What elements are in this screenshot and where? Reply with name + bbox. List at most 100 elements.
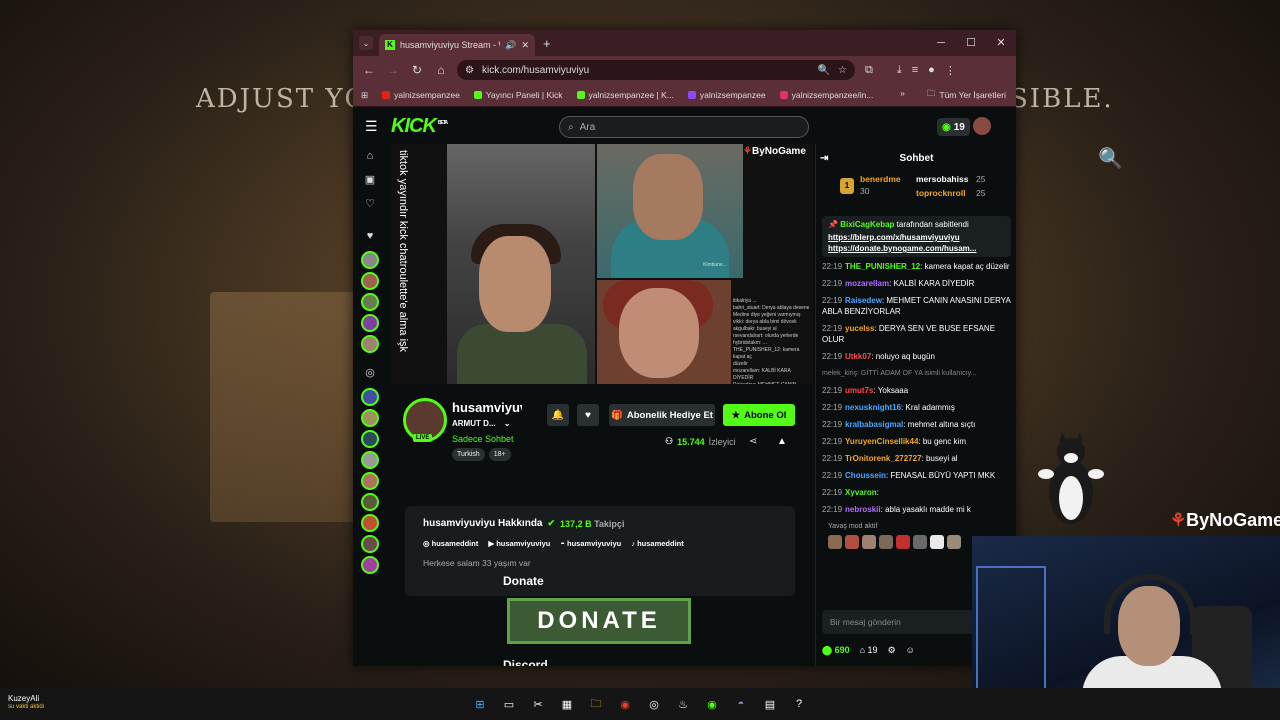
obs-icon[interactable]: ◎ (644, 694, 664, 714)
category-link[interactable]: ARMUT D... ⌄ (452, 419, 511, 428)
tab-close-icon[interactable]: ✕ (521, 40, 529, 51)
chat-message[interactable]: 22:19 nexusknight16: Kral adammış (822, 402, 1011, 413)
leaderboard-user[interactable]: mersobahiss (916, 174, 968, 184)
gift-subscription-button[interactable]: 🎁 Abonelik Hediye Et (609, 404, 715, 426)
leaderboard-user[interactable]: benerdme (860, 174, 901, 184)
maximize-button[interactable]: ☐ (956, 30, 986, 56)
media-icon[interactable]: ≡ (912, 64, 918, 77)
chat-message[interactable]: 22:19 YuruyenCinsellik44: bu genc kim (822, 436, 1011, 447)
report-icon[interactable]: ▲ (777, 436, 787, 447)
hamburger-menu-icon[interactable]: ☰ (365, 118, 383, 135)
collapse-chat-icon[interactable]: ⇥ (820, 153, 828, 164)
follow-heart-button[interactable]: ♥ (577, 404, 599, 426)
notification-bell-button[interactable]: 🔔 (547, 404, 569, 426)
download-icon[interactable]: ⤓ (897, 64, 902, 77)
apps-grid-icon[interactable]: ⊞ (361, 90, 368, 101)
chat-message[interactable]: 22:19 TrOnitorenk_272727: buseyi al (822, 453, 1011, 464)
followed-channel-avatar[interactable] (361, 293, 379, 311)
recommended-channel-avatar[interactable] (361, 409, 379, 427)
video-player[interactable]: tiktok yayındır kick chatroulette'e alma… (391, 144, 813, 384)
recommended-channel-avatar[interactable] (361, 556, 379, 574)
chat-message[interactable]: 22:19 umut7s: Yoksaaa (822, 385, 1011, 396)
back-button[interactable]: ← (357, 63, 381, 77)
message-username[interactable]: kralbabasigmal (845, 420, 903, 429)
followed-channel-avatar[interactable] (361, 314, 379, 332)
profile-icon[interactable]: ● (928, 64, 935, 77)
tab-search-button[interactable]: ⌄ (359, 36, 373, 50)
file-explorer-icon[interactable]: 🗀 (586, 694, 606, 714)
followed-channel-avatar[interactable] (361, 272, 379, 290)
emote-icon[interactable]: ☺ (906, 645, 915, 655)
chat-message[interactable]: 22:19 mozarellam: KALBİ KARA DİYEDİR (822, 278, 1011, 289)
more-bookmarks-icon[interactable]: » (900, 88, 905, 102)
home-icon[interactable]: ⌂ (353, 144, 387, 168)
reload-button[interactable]: ↻ (405, 63, 429, 77)
kicks-balance-button[interactable]: ◉ 19 (937, 118, 970, 136)
task-view-icon[interactable]: ▭ (499, 694, 519, 714)
message-username[interactable]: Utkk07 (845, 352, 871, 361)
snipping-tool-icon[interactable]: ✂ (528, 694, 548, 714)
bookmark-star-icon[interactable]: ☆ (838, 65, 847, 76)
user-avatar[interactable] (973, 117, 991, 135)
emote-icon[interactable] (947, 535, 961, 549)
all-bookmarks-folder[interactable]: 🗀 Tüm Yer İşaretleri (927, 88, 1006, 102)
message-username[interactable]: yucelss (845, 324, 874, 333)
message-username[interactable]: nebroskii (845, 505, 881, 514)
gift-count[interactable]: ⌂ 19 (860, 645, 878, 655)
speaker-icon[interactable]: 🔊 (505, 40, 516, 51)
message-username[interactable]: THE_PUNISHER_12 (845, 262, 920, 271)
pinned-message[interactable]: 📌 BixiCagKebap tarafından sabitlendi htt… (822, 216, 1011, 257)
message-username[interactable]: Xyvaron (845, 488, 877, 497)
message-username[interactable]: Choussein (845, 471, 886, 480)
zoom-icon[interactable]: 🔍 (818, 65, 830, 76)
search-input[interactable]: ⌕ Ara (559, 116, 809, 138)
chevron-down-icon[interactable]: ⌄ (504, 419, 511, 428)
recommended-channel-avatar[interactable] (361, 472, 379, 490)
recommended-channel-avatar[interactable] (361, 388, 379, 406)
kick-logo[interactable]: KICK BETA (391, 115, 448, 138)
browse-icon[interactable]: ▣ (353, 168, 387, 192)
menu-icon[interactable]: ⋮ (945, 64, 956, 77)
followed-channel-avatar[interactable] (361, 251, 379, 269)
emote-icon[interactable] (828, 535, 842, 549)
subscribe-button[interactable]: ★ Abone Ol (723, 404, 795, 426)
chat-message[interactable]: 22:19 Choussein: FENASAL BÜYÜ YAPTI MKK (822, 470, 1011, 481)
settings-gear-icon[interactable]: ⚙ (888, 645, 896, 656)
recommended-channel-avatar[interactable] (361, 514, 379, 532)
message-username[interactable]: Raisedew (845, 296, 882, 305)
following-icon[interactable]: ♡ (353, 192, 387, 216)
message-username[interactable]: mozarellam (845, 279, 889, 288)
browser-tab[interactable]: K husamviyuviyu Stream - Wa 🔊 ✕ (379, 34, 535, 56)
chrome-icon[interactable]: ◉ (615, 694, 635, 714)
chat-message[interactable]: 22:19 THE_PUNISHER_12: kamera kapat aç dü… (822, 261, 1011, 272)
app-icon[interactable]: ▤ (760, 694, 780, 714)
message-username[interactable]: TrOnitorenk_272727 (845, 454, 921, 463)
chat-message[interactable]: 22:19 Raisedew: MEHMET CANIN ANASINI DERY… (822, 295, 1011, 317)
extensions-icon[interactable]: ⧉ (865, 64, 873, 77)
minimize-button[interactable]: ─ (926, 30, 956, 56)
bookmark-item[interactable]: yalnizsempanzee (382, 90, 460, 100)
help-icon[interactable]: ? (789, 694, 809, 714)
emote-icon[interactable] (879, 535, 893, 549)
site-info-icon[interactable]: ⚙ (465, 65, 474, 76)
youtube-link[interactable]: ▶ husamviyuviyu (488, 539, 550, 548)
pinned-link[interactable]: https://donate.bynogame.com/husam... (828, 244, 1005, 253)
tag-pill[interactable]: Turkish (452, 448, 485, 461)
bookmark-item[interactable]: yalnizsempanzee/in... (779, 90, 873, 100)
steam-icon[interactable]: ♨ (673, 694, 693, 714)
message-username[interactable]: nexusknight16 (845, 403, 901, 412)
channel-points[interactable]: ⬤ 690 (822, 645, 850, 656)
photos-icon[interactable]: ▦ (557, 694, 577, 714)
bookmark-item[interactable]: Yayıncı Paneli | Kick (473, 90, 563, 100)
chat-message[interactable]: 22:19 Utkk07: noluyo aq bugün (822, 351, 1011, 362)
chat-message[interactable]: 22:19 yucelss: DERYA SEN VE BUSE EFSANE O… (822, 323, 1011, 345)
home-button[interactable]: ⌂ (429, 63, 453, 77)
message-username[interactable]: umut7s (845, 386, 873, 395)
discord-link[interactable]: ◓ husamviyuviyu (560, 539, 621, 548)
emote-icon[interactable] (862, 535, 876, 549)
share-icon[interactable]: ⋖ (749, 436, 757, 447)
tag-pill[interactable]: 18+ (488, 448, 511, 461)
emote-icon[interactable] (930, 535, 944, 549)
instagram-link[interactable]: ◎ husameddint (423, 539, 478, 548)
emote-icon[interactable] (896, 535, 910, 549)
